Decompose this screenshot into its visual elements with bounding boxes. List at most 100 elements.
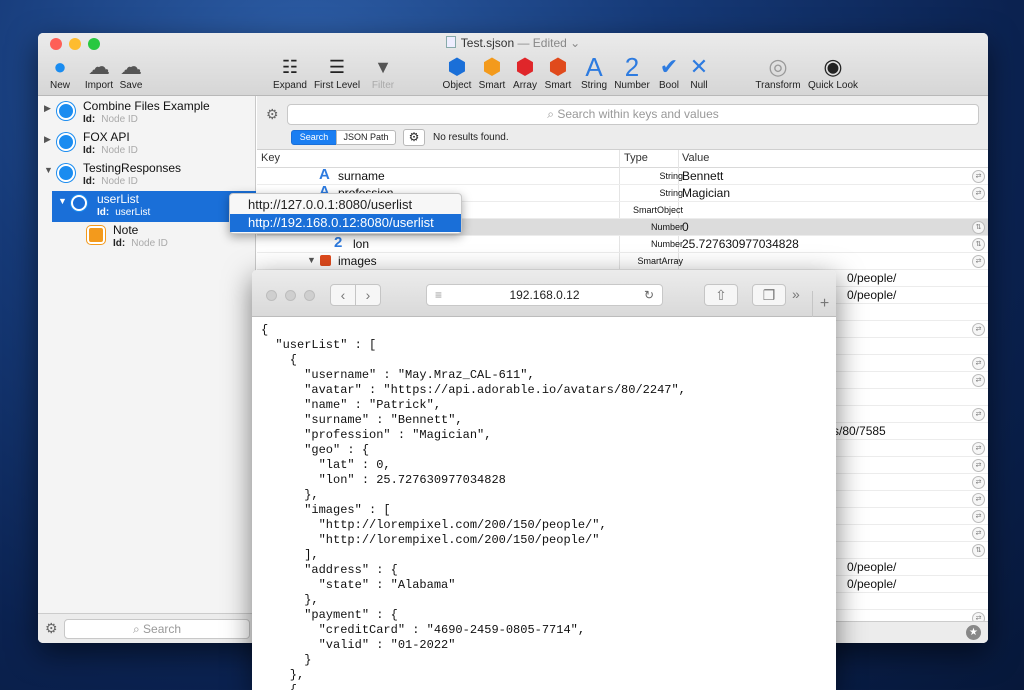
- array-button[interactable]: ⬢ Array: [510, 54, 540, 91]
- node-icon: [57, 102, 75, 120]
- disclosure-triangle-icon[interactable]: ▶: [44, 103, 51, 114]
- row-action-icon[interactable]: ⇄: [972, 187, 985, 200]
- checkmark-icon: ✔: [659, 54, 679, 79]
- table-row[interactable]: ▼ images SmartArray ⇄: [257, 253, 988, 270]
- url-menu-item[interactable]: http://127.0.0.1:8080/userlist: [230, 196, 461, 214]
- address-bar[interactable]: ≡ 192.168.0.12 ↻: [426, 284, 663, 306]
- smart-array-button[interactable]: ⬢ Smart: [543, 54, 573, 91]
- sidebar-node[interactable]: ▶ FOX API Id: Node ID: [38, 129, 256, 160]
- tabs-icon: ❐: [762, 287, 776, 303]
- search-options-button[interactable]: ⚙: [403, 129, 425, 146]
- x-icon: ✕: [689, 54, 709, 79]
- json-line: "name" : "Patrick",: [261, 398, 442, 412]
- row-action-icon[interactable]: ⇄: [972, 255, 985, 268]
- bool-button[interactable]: ✔ Bool: [654, 54, 684, 91]
- number-button[interactable]: 2 Number: [613, 54, 651, 91]
- first-level-button[interactable]: ☰ First Level: [312, 54, 362, 91]
- new-tab-icon[interactable]: +: [812, 291, 836, 317]
- reload-icon[interactable]: ↻: [644, 285, 654, 305]
- chevron-down-icon[interactable]: ⌄: [570, 36, 580, 50]
- number-icon: 2: [624, 52, 640, 82]
- disclosure-triangle-icon[interactable]: ▶: [44, 134, 51, 145]
- row-action-icon[interactable]: ⇄: [972, 170, 985, 183]
- json-line: },: [261, 593, 319, 607]
- red-cube-icon: ⬢: [515, 54, 535, 79]
- new-button[interactable]: ● New: [46, 54, 74, 91]
- cube-icon: [71, 195, 87, 211]
- transform-icon: ◎: [768, 54, 788, 79]
- url-menu-item-selected[interactable]: http://192.168.0.12:8080/userlist: [230, 214, 461, 232]
- share-button[interactable]: ⇧: [704, 284, 738, 306]
- disclosure-triangle-icon[interactable]: ▼: [307, 255, 316, 265]
- row-action-icon[interactable]: ⇄: [972, 323, 985, 336]
- json-line: },: [261, 488, 319, 502]
- search-input[interactable]: ⌕ Search within keys and values: [287, 104, 979, 125]
- expand-button[interactable]: ☷ Expand: [271, 54, 309, 91]
- sidebar-search-input[interactable]: ⌕ Search: [64, 619, 250, 639]
- object-button[interactable]: ⬢ Object: [440, 54, 474, 91]
- star-icon[interactable]: ★: [966, 625, 981, 640]
- import-button[interactable]: ☁ Import: [81, 54, 117, 91]
- eye-icon: ◉: [823, 54, 843, 79]
- overflow-icon[interactable]: »: [792, 286, 800, 302]
- row-action-icon[interactable]: ⇄: [972, 408, 985, 421]
- save-button[interactable]: ☁ Save: [118, 54, 144, 91]
- table-row[interactable]: A surname String Bennett ⇄: [257, 166, 988, 185]
- number-icon: 2: [334, 234, 343, 251]
- row-action-icon[interactable]: ⇄: [972, 357, 985, 370]
- row-action-icon[interactable]: ⇄: [972, 527, 985, 540]
- json-line: ],: [261, 548, 319, 562]
- json-line: "http://lorempixel.com/200/150/people/": [261, 533, 600, 547]
- sidebar-node[interactable]: Note Id: Node ID: [68, 222, 256, 253]
- filter-button[interactable]: ▼ Filter: [368, 54, 398, 91]
- table-row[interactable]: 2 lon Number 25.727630977034828 ⇅: [257, 234, 988, 253]
- row-action-icon[interactable]: ⇄: [972, 442, 985, 455]
- json-line: "lat" : 0,: [261, 458, 391, 472]
- share-icon: ⇧: [715, 287, 727, 303]
- gear-icon[interactable]: ⚙: [266, 106, 279, 123]
- sidebar-node[interactable]: ▶ Combine Files Example Id: Node ID: [38, 98, 256, 129]
- cloud-upload-icon: ☁: [120, 54, 142, 79]
- string-button[interactable]: A String: [576, 54, 612, 91]
- row-action-icon[interactable]: ⇄: [972, 459, 985, 472]
- row-action-icon[interactable]: ⇄: [972, 510, 985, 523]
- reader-icon[interactable]: ≡: [435, 285, 442, 305]
- chevron-left-icon: ‹: [340, 287, 346, 303]
- null-button[interactable]: ✕ Null: [686, 54, 712, 91]
- row-action-icon[interactable]: ⇄: [972, 374, 985, 387]
- tabs-button[interactable]: ❐: [752, 284, 786, 306]
- json-line: "profession" : "Magician",: [261, 428, 492, 442]
- sidebar-footer: ⚙ ⌕ Search: [38, 613, 256, 643]
- json-line: {: [261, 323, 269, 337]
- titlebar: Test.sjson — Edited ⌄ ● New ☁ Import ☁ Save…: [38, 33, 988, 96]
- row-action-icon[interactable]: ⇅: [972, 238, 985, 251]
- transform-button[interactable]: ◎ Transform: [752, 54, 804, 91]
- disclosure-triangle-icon[interactable]: ▼: [44, 165, 53, 175]
- json-line: {: [261, 683, 298, 690]
- smart-array-icon: [320, 255, 331, 266]
- sidebar-node-selected[interactable]: ▼ userList Id: userList: [52, 191, 256, 222]
- json-line: "address" : {: [261, 563, 398, 577]
- close-button[interactable]: [266, 290, 277, 301]
- blue-cube-icon: ⬢: [447, 54, 467, 79]
- row-action-icon[interactable]: ⇄: [972, 493, 985, 506]
- filter-icon: ▼: [374, 57, 392, 77]
- browser-window: ‹ › ≡ 192.168.0.12 ↻ ⇧ ❐ » + { "userList…: [252, 270, 836, 690]
- smart-object-button[interactable]: ⬢ Smart: [477, 54, 507, 91]
- minimize-button[interactable]: [285, 290, 296, 301]
- row-action-icon[interactable]: ⇅: [972, 221, 985, 234]
- sidebar-node[interactable]: ▼ TestingResponses Id: Node ID: [38, 160, 256, 191]
- json-line: "geo" : {: [261, 443, 370, 457]
- disclosure-triangle-icon[interactable]: ▼: [58, 196, 67, 206]
- row-action-icon[interactable]: ⇄: [972, 476, 985, 489]
- json-line: "avatar" : "https://api.adorable.io/avat…: [261, 383, 686, 397]
- gear-icon[interactable]: ⚙: [45, 620, 58, 637]
- zoom-button[interactable]: [304, 290, 315, 301]
- new-icon: ●: [53, 54, 67, 79]
- row-action-icon[interactable]: ⇅: [972, 544, 985, 557]
- forward-button[interactable]: ›: [355, 284, 381, 306]
- back-button[interactable]: ‹: [330, 284, 356, 306]
- search-mode-toggle[interactable]: Search: [291, 130, 337, 145]
- quick-look-button[interactable]: ◉ Quick Look: [805, 54, 861, 91]
- json-path-mode-toggle[interactable]: JSON Path: [336, 130, 396, 145]
